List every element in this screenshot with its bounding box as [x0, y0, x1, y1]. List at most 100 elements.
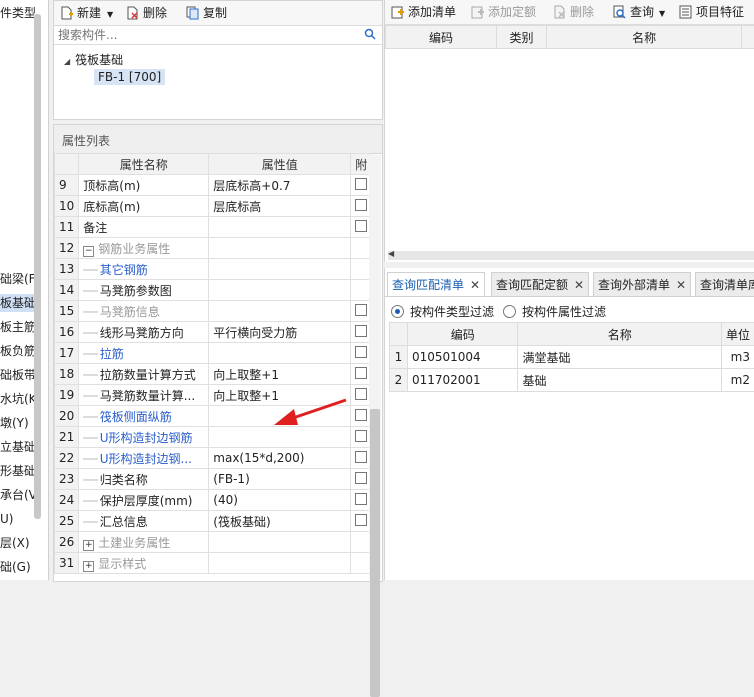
property-name: ──归类名称	[79, 469, 209, 490]
attach-checkbox[interactable]	[355, 367, 367, 379]
tab-external-list[interactable]: 查询外部清单✕	[593, 272, 691, 297]
add-quota-icon	[471, 5, 484, 19]
property-row[interactable]: 22──U形构造封边钢...max(15*d,200)	[55, 448, 372, 469]
add-list-button[interactable]: 添加清单	[391, 3, 456, 21]
match-unit: m3	[721, 346, 754, 369]
component-type-list: 件类型础梁(F)板基础(板主筋(板负筋(础板带(水坑(K)墩(Y)立基础(形基础…	[0, 0, 49, 580]
match-header-unit: 单位	[721, 323, 754, 346]
property-value[interactable]: 向上取整+1	[209, 364, 351, 385]
scroll-left-icon[interactable]: ◀	[388, 249, 394, 258]
property-row[interactable]: 15──马凳筋信息	[55, 301, 372, 322]
property-value[interactable]	[209, 532, 351, 553]
property-row[interactable]: 26+土建业务属性	[55, 532, 372, 553]
property-value[interactable]	[209, 343, 351, 364]
attach-checkbox[interactable]	[355, 304, 367, 316]
close-icon[interactable]: ✕	[676, 278, 686, 292]
property-value[interactable]	[209, 553, 351, 574]
match-table: 编码 名称 单位 1010501004满堂基础m32011702001基础m2	[389, 322, 754, 392]
tab-match-list[interactable]: 查询匹配清单✕	[387, 272, 485, 297]
attach-checkbox[interactable]	[355, 325, 367, 337]
property-name: 备注	[79, 217, 209, 238]
property-name: ──线形马凳筋方向	[79, 322, 209, 343]
property-row[interactable]: 12−钢筋业务属性	[55, 238, 372, 259]
attach-checkbox[interactable]	[355, 346, 367, 358]
chevron-down-icon: ▼	[107, 10, 113, 19]
attach-checkbox[interactable]	[355, 472, 367, 484]
attach-checkbox[interactable]	[355, 178, 367, 190]
property-row[interactable]: 18──拉筋数量计算方式向上取整+1	[55, 364, 372, 385]
tab-match-quota[interactable]: 查询匹配定额✕	[491, 272, 589, 297]
attach-checkbox[interactable]	[355, 451, 367, 463]
attach-checkbox[interactable]	[355, 388, 367, 400]
search-icon[interactable]	[364, 28, 376, 43]
property-value[interactable]: (FB-1)	[209, 469, 351, 490]
property-row[interactable]: 31+显示样式	[55, 553, 372, 574]
radio-icon[interactable]	[391, 305, 404, 318]
close-icon[interactable]: ✕	[470, 278, 480, 292]
property-value[interactable]: (筏板基础)	[209, 511, 351, 532]
property-value[interactable]	[209, 280, 351, 301]
attach-checkbox[interactable]	[355, 220, 367, 232]
attach-checkbox[interactable]	[355, 409, 367, 421]
property-value[interactable]: 平行横向受力筋	[209, 322, 351, 343]
property-row[interactable]: 14──马凳筋参数图	[55, 280, 372, 301]
project-feature-button[interactable]: 项目特征	[679, 3, 744, 21]
expand-icon[interactable]: +	[83, 540, 94, 551]
bill-header-category: 类别	[496, 26, 546, 49]
property-row[interactable]: 24──保护层厚度(mm)(40)	[55, 490, 372, 511]
property-value[interactable]	[209, 301, 351, 322]
bill-header-more	[742, 26, 754, 49]
add-quota-button[interactable]: 添加定额	[471, 3, 536, 21]
attach-checkbox[interactable]	[355, 493, 367, 505]
radio-icon[interactable]	[503, 305, 516, 318]
property-row[interactable]: 11备注	[55, 217, 372, 238]
property-row[interactable]: 16──线形马凳筋方向平行横向受力筋	[55, 322, 372, 343]
tree-expand-icon[interactable]: ◢	[64, 57, 70, 66]
component-type-item[interactable]: 础(G)	[0, 558, 40, 576]
match-row[interactable]: 2011702001基础m2	[390, 369, 754, 392]
property-scrollbar-thumb[interactable]	[370, 409, 380, 697]
add-list-icon	[391, 5, 404, 19]
row-number: 11	[55, 217, 79, 238]
property-row[interactable]: 17──拉筋	[55, 343, 372, 364]
filter-by-attr[interactable]: 按构件属性过滤	[503, 303, 606, 320]
property-value[interactable]: (40)	[209, 490, 351, 511]
expand-icon[interactable]: +	[83, 561, 94, 572]
filter-by-type[interactable]: 按构件类型过滤	[391, 303, 494, 320]
collapse-icon[interactable]: −	[83, 246, 94, 257]
component-type-item[interactable]: 层(X)	[0, 534, 40, 552]
tree-child-fb1[interactable]: FB-1 [700]	[94, 69, 165, 85]
property-name: +土建业务属性	[79, 532, 209, 553]
close-icon[interactable]: ✕	[574, 278, 584, 292]
property-row[interactable]: 13──其它钢筋	[55, 259, 372, 280]
list-delete-button[interactable]: 删除	[553, 3, 594, 21]
attach-checkbox[interactable]	[355, 514, 367, 526]
property-value[interactable]: 层底标高	[209, 196, 351, 217]
tree-root[interactable]: ◢筏板基础	[64, 51, 123, 68]
property-value[interactable]	[209, 259, 351, 280]
copy-button[interactable]: 复制	[186, 4, 227, 22]
match-row[interactable]: 1010501004满堂基础m3	[390, 346, 754, 369]
bill-list-hscrollbar[interactable]: ◀	[388, 251, 754, 260]
property-value[interactable]: max(15*d,200)	[209, 448, 351, 469]
property-row[interactable]: 23──归类名称(FB-1)	[55, 469, 372, 490]
row-number: 24	[55, 490, 79, 511]
property-value[interactable]	[209, 238, 351, 259]
new-button[interactable]: 新建▼	[60, 4, 113, 22]
attach-checkbox[interactable]	[355, 199, 367, 211]
property-row[interactable]: 9顶标高(m)层底标高+0.7	[55, 175, 372, 196]
attach-checkbox[interactable]	[355, 430, 367, 442]
tab-list-library[interactable]: 查询清单库	[695, 272, 754, 297]
property-name-label: 线形马凳筋方向	[100, 326, 184, 340]
header-name: 属性名称	[79, 154, 209, 175]
search-input[interactable]	[54, 26, 362, 44]
row-number: 31	[55, 553, 79, 574]
left-scrollbar[interactable]	[34, 14, 41, 519]
property-row[interactable]: 25──汇总信息(筏板基础)	[55, 511, 372, 532]
property-value[interactable]: 层底标高+0.7	[209, 175, 351, 196]
property-row[interactable]: 10底标高(m)层底标高	[55, 196, 372, 217]
delete-button[interactable]: 删除	[126, 4, 167, 22]
query-button[interactable]: 查询▼	[613, 3, 665, 21]
property-value[interactable]	[209, 217, 351, 238]
match-panel: 查询匹配清单✕ 查询匹配定额✕ 查询外部清单✕ 查询清单库 按构件类型过滤 按构…	[384, 268, 754, 580]
